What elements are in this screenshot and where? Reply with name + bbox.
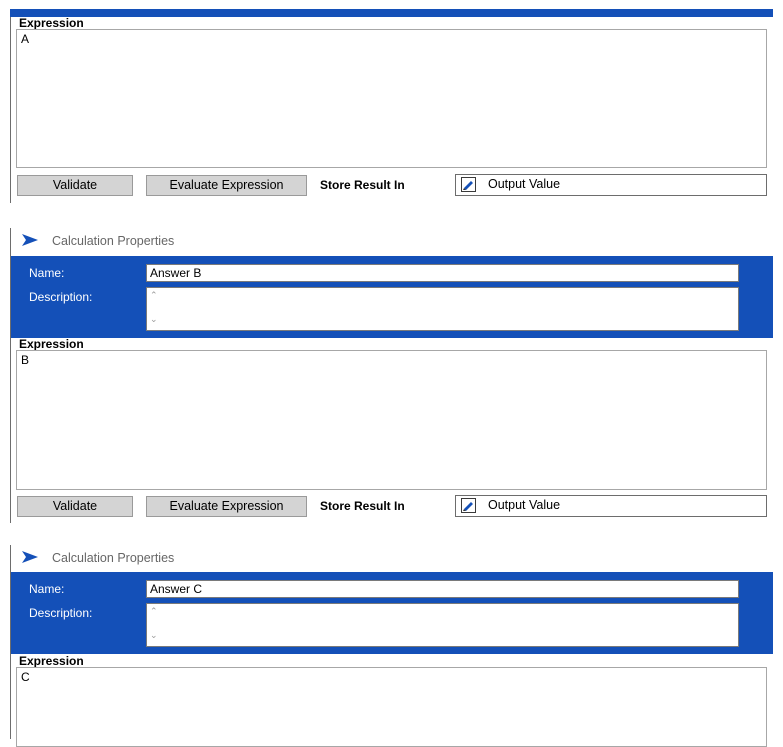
chevron-down-icon[interactable]: ⌄ (150, 314, 728, 325)
chevron-up-icon[interactable]: ⌃ (150, 606, 728, 617)
evaluate-expression-button[interactable]: Evaluate Expression (146, 175, 307, 196)
output-value-field[interactable]: Output Value (455, 495, 767, 517)
output-value-text: Output Value (488, 498, 561, 512)
calculation-properties-panel: Name: Answer B Description: ⌃ ⌄ (11, 256, 773, 338)
calculation-properties-title: Calculation Properties (52, 551, 175, 565)
name-input[interactable]: Answer C (146, 580, 739, 598)
description-label: Description: (29, 606, 93, 620)
chevron-down-icon[interactable]: ⌄ (150, 630, 728, 641)
name-label: Name: (29, 582, 65, 596)
expression-editor[interactable]: B (16, 350, 767, 490)
calculation-properties-title: Calculation Properties (52, 234, 175, 248)
calculation-arrow-icon (22, 234, 38, 246)
expression-label: Expression (19, 337, 84, 351)
store-result-label: Store Result In (320, 178, 405, 192)
expression-text: C (21, 670, 30, 684)
expression-editor[interactable]: C (16, 667, 767, 747)
name-input-value: Answer B (150, 266, 202, 280)
expression-label: Expression (19, 654, 84, 668)
validate-button[interactable]: Validate (17, 175, 133, 196)
calculation-arrow-icon (22, 551, 38, 563)
name-label: Name: (29, 266, 65, 280)
output-value-icon (461, 498, 476, 513)
output-value-icon (461, 177, 476, 192)
expression-label: Expression (19, 16, 84, 30)
section-a-top-bar (10, 9, 773, 17)
expression-text: B (21, 353, 30, 367)
validate-button[interactable]: Validate (17, 496, 133, 517)
expression-text: A (21, 32, 30, 46)
evaluate-expression-button[interactable]: Evaluate Expression (146, 496, 307, 517)
calculation-header (20, 550, 40, 567)
store-result-label: Store Result In (320, 499, 405, 513)
chevron-up-icon[interactable]: ⌃ (150, 290, 728, 301)
description-input[interactable]: ⌃ ⌄ (146, 287, 739, 331)
description-input[interactable]: ⌃ ⌄ (146, 603, 739, 647)
description-label: Description: (29, 290, 93, 304)
name-input[interactable]: Answer B (146, 264, 739, 282)
output-value-field[interactable]: Output Value (455, 174, 767, 196)
calculation-header (20, 233, 40, 250)
name-input-value: Answer C (150, 582, 203, 596)
output-value-text: Output Value (488, 177, 561, 191)
calculation-properties-panel: Name: Answer C Description: ⌃ ⌄ (11, 572, 773, 654)
section-a-left-border (10, 17, 11, 203)
expression-editor[interactable]: A (16, 29, 767, 168)
